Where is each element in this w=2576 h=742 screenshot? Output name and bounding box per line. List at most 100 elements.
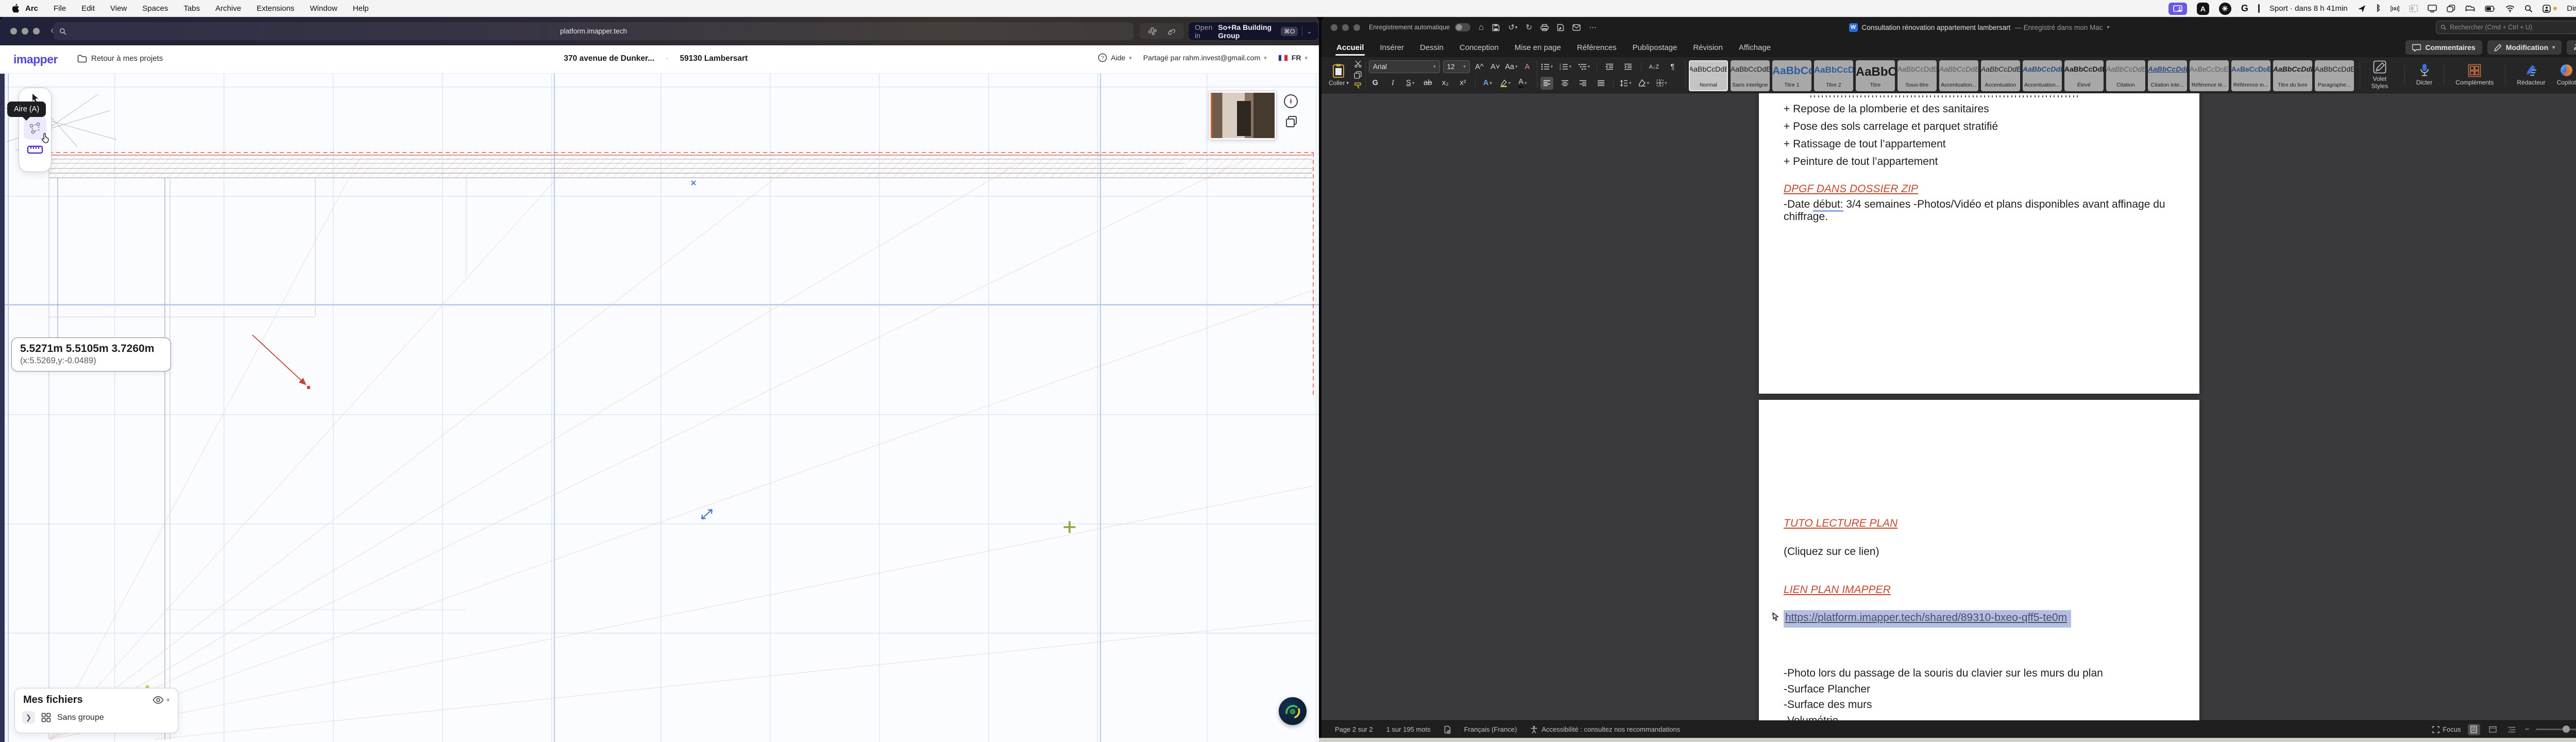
open-in-app-button[interactable]: Open in So+Ra Building Group ⌘O ⌄: [1188, 22, 1319, 41]
save-icon[interactable]: [1492, 24, 1500, 31]
multilevel-list-button[interactable]: ▾: [1578, 60, 1590, 73]
active-app-name[interactable]: Arc: [25, 4, 38, 13]
style-reference-intense[interactable]: AaBbCcDdERéférence in...: [2231, 60, 2270, 91]
sort-button[interactable]: A↓Z: [1648, 60, 1660, 73]
project-address-city[interactable]: 59130 Lambersart: [680, 54, 748, 63]
print-icon[interactable]: [1540, 24, 1549, 31]
subscript-button[interactable]: x₂: [1439, 77, 1452, 90]
stage-manager-icon[interactable]: [2447, 5, 2455, 12]
tab-accueil[interactable]: Accueil: [1335, 39, 1365, 57]
screen-mirroring-icon[interactable]: [2168, 3, 2187, 15]
compass-icon[interactable]: [1284, 94, 1298, 108]
zoom-slider[interactable]: [2536, 729, 2576, 730]
format-painter-button[interactable]: [1354, 82, 1362, 90]
more-icon[interactable]: ⋯: [1589, 23, 1597, 32]
style-reference-legere[interactable]: AaBbCcDdERéférence lé...: [2190, 60, 2229, 91]
bed-icon[interactable]: [2465, 5, 2475, 12]
style-titre-2[interactable]: AaBbCcDdETitre 2: [1814, 60, 1853, 91]
style-accentuation-intense[interactable]: AaBbCcDdEAccentuation...: [2023, 60, 2062, 91]
style-accentuation-legere[interactable]: AaBbCcDdEAccentuation...: [1939, 60, 1978, 91]
line-spacing-button[interactable]: ▾: [1619, 77, 1632, 90]
window-minimize-button[interactable]: [22, 28, 28, 35]
style-sous-titre[interactable]: AaBbCcDdESous-titre: [1897, 60, 1937, 91]
styles-pane-button[interactable]: Volet Styles: [2366, 60, 2393, 90]
autosave-toggle[interactable]: [1455, 23, 1470, 31]
floor-plan-drawing[interactable]: [0, 74, 1319, 742]
assistant-button[interactable]: [1279, 697, 1307, 725]
wall-lines[interactable]: [49, 155, 466, 739]
user-switch-icon[interactable]: [2543, 5, 2557, 13]
wifi-icon[interactable]: [2505, 5, 2515, 12]
menu-edit[interactable]: Edit: [81, 4, 95, 13]
word-count[interactable]: 1 sur 195 mots: [1386, 726, 1431, 733]
ruler-tool-button[interactable]: [27, 144, 43, 155]
move-glyph[interactable]: [702, 510, 712, 519]
tab-inserer[interactable]: Insérer: [1379, 39, 1405, 57]
menu-archive[interactable]: Archive: [215, 4, 241, 13]
superscript-button[interactable]: x²: [1456, 77, 1469, 90]
shading-button[interactable]: ▾: [1637, 77, 1650, 90]
mail-icon[interactable]: [1572, 24, 1581, 31]
zoom-out-icon[interactable]: −: [2525, 725, 2530, 734]
window-minimize-button[interactable]: [1342, 24, 1349, 31]
text-effects-button[interactable]: A▾: [1481, 77, 1494, 90]
review-doc-icon[interactable]: [1557, 24, 1564, 31]
comments-button[interactable]: Commentaires: [2405, 40, 2482, 55]
strikethrough-button[interactable]: ab: [1421, 77, 1434, 90]
back-to-projects-button[interactable]: Retour à mes projets: [77, 54, 163, 63]
focus-status-text[interactable]: Sport · dans 8 h 41min: [2269, 4, 2348, 13]
g-app-icon[interactable]: G: [2241, 3, 2248, 14]
accessibility-check[interactable]: Accessibilité : consultez nos recommanda…: [1530, 726, 1680, 734]
menu-file[interactable]: File: [54, 4, 66, 13]
document-page-2[interactable]: TUTO LECTURE PLAN (Cliquez sur ce lien) …: [1759, 400, 2199, 720]
menu-tabs[interactable]: Tabs: [183, 4, 200, 13]
undo-icon[interactable]: ↺▾: [1508, 23, 1517, 32]
send-icon[interactable]: [2358, 5, 2366, 13]
align-center-button[interactable]: [1558, 77, 1571, 90]
print-layout-view-button[interactable]: [2468, 724, 2480, 735]
underline-button[interactable]: S▾: [1404, 77, 1417, 90]
tab-conception[interactable]: Conception: [1459, 39, 1500, 57]
extensions-puzzle-icon[interactable]: [1147, 26, 1158, 37]
share-button[interactable]: Partager ▾: [2567, 40, 2576, 55]
file-group-row[interactable]: ❯ Sans groupe: [15, 707, 178, 724]
decrease-indent-button[interactable]: [1603, 60, 1616, 73]
style-sans-interligne[interactable]: AaBbCcDdESans interligne: [1731, 60, 1770, 91]
focus-mode-button[interactable]: Focus: [2432, 726, 2461, 733]
style-citation[interactable]: AaBbCcDdECitation: [2106, 60, 2145, 91]
battery-icon[interactable]: [2485, 6, 2496, 12]
imapper-logo[interactable]: imapper: [13, 53, 58, 66]
style-normal[interactable]: AaBbCcDdENormal: [1689, 60, 1728, 91]
style-titre[interactable]: AaBbCcDdETitre: [1856, 60, 1895, 91]
style-paragraphe[interactable]: AaBbCcDdEParagraphe...: [2315, 60, 2354, 91]
font-name-select[interactable]: Arial▾: [1369, 60, 1440, 73]
word-search-box[interactable]: [2436, 21, 2576, 34]
menu-extensions[interactable]: Extensions: [257, 4, 294, 13]
borders-button[interactable]: ▾: [1655, 77, 1668, 90]
tab-dessin[interactable]: Dessin: [1419, 39, 1445, 57]
font-color-button[interactable]: A▾: [1516, 77, 1529, 90]
web-layout-view-button[interactable]: [2487, 724, 2499, 735]
window-zoom-button[interactable]: [33, 28, 40, 35]
proofing-icon[interactable]: [1444, 726, 1451, 734]
menu-app-a-icon[interactable]: A: [2197, 3, 2209, 15]
bluetooth-icon[interactable]: ᛒ: [2376, 4, 2381, 13]
style-citation-intense[interactable]: AaBbCcDdECitation inte...: [2148, 60, 2187, 91]
shared-by-menu[interactable]: Partagé par rahm.invest@gmail.com ▾: [1143, 54, 1267, 62]
zoom-slider-thumb[interactable]: [2563, 726, 2570, 733]
highlight-button[interactable]: ▾: [1499, 77, 1512, 90]
photo-preview-card[interactable]: [1209, 91, 1277, 140]
document-title-menu[interactable]: W Consultation rénovation appartement la…: [1849, 17, 2109, 38]
tab-publipostage[interactable]: Publipostage: [1632, 39, 1679, 57]
shutter-app-icon[interactable]: [2219, 3, 2231, 15]
numbered-list-button[interactable]: 123▾: [1559, 60, 1572, 73]
menu-window[interactable]: Window: [310, 4, 337, 13]
style-eleve[interactable]: AaBbCcDdEÉlevé: [2064, 60, 2104, 91]
style-titre-du-livre[interactable]: AaBbCcDdETitre du livre: [2273, 60, 2312, 91]
change-case-button[interactable]: Aa▾: [1505, 60, 1518, 73]
copilot-button[interactable]: Copilot: [2557, 63, 2576, 87]
window-close-button[interactable]: [1331, 24, 1337, 31]
window-layout-icon[interactable]: [2409, 5, 2418, 12]
increase-indent-button[interactable]: [1622, 60, 1635, 73]
voice-control-icon[interactable]: [2391, 5, 2399, 13]
